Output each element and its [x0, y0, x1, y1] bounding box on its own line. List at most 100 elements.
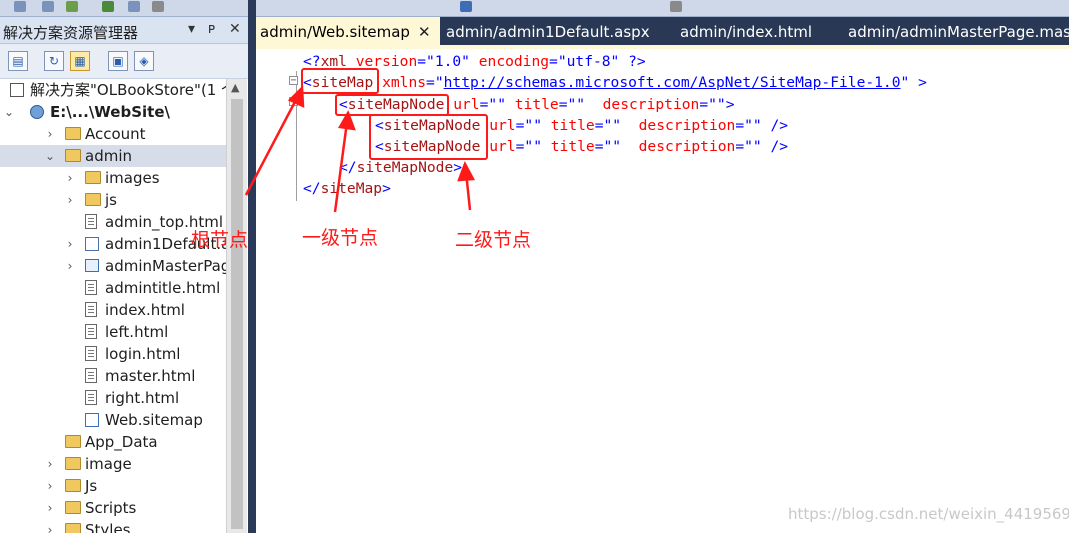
attr-name: title — [505, 96, 559, 113]
toolbar-icon[interactable] — [42, 1, 54, 12]
expand-closed-icon[interactable]: › — [63, 233, 77, 255]
attr-value: "" — [744, 138, 762, 155]
tree-item[interactable]: Web.sitemap — [0, 409, 226, 431]
tree-item-label: 解决方案"OLBookStore"(1 个 — [30, 81, 226, 99]
tree-item[interactable]: right.html — [0, 387, 226, 409]
root-node-label: 根节点 — [191, 229, 249, 251]
folder-icon — [65, 523, 81, 533]
show-all-files-icon[interactable]: ▦ — [70, 51, 90, 71]
refresh-icon[interactable]: ↻ — [44, 51, 64, 71]
expand-closed-icon[interactable]: › — [63, 167, 77, 189]
folder-icon — [65, 501, 81, 514]
tree-item-label: right.html — [105, 389, 180, 407]
scroll-thumb[interactable] — [231, 99, 243, 529]
tree-item-label: Web.sitemap — [105, 411, 203, 429]
tab-web-sitemap[interactable]: admin/Web.sitemap ✕ — [256, 17, 440, 45]
tree-item[interactable]: › Js — [0, 475, 226, 497]
punct: </ — [339, 159, 357, 176]
collapse-icon[interactable]: − — [289, 97, 298, 107]
tab-label: admin/admin1Default.aspx — [446, 23, 650, 41]
tag-name: siteMapNode — [356, 159, 454, 176]
tree-item[interactable]: ⌄ E:\...\WebSite\ — [0, 101, 226, 123]
tab-admin1default[interactable]: admin/admin1Default.aspx — [442, 17, 662, 45]
tree-item-label: master.html — [105, 367, 196, 385]
tree-item[interactable]: › images — [0, 167, 226, 189]
view-designer-icon[interactable]: ▣ — [108, 51, 128, 71]
attr-value: "utf-8" — [557, 53, 620, 70]
toolbar-icon[interactable] — [14, 1, 26, 12]
punct: = — [558, 96, 568, 113]
tree-item-label: index.html — [105, 301, 185, 319]
toolbar-icon[interactable] — [460, 1, 472, 12]
tree-item[interactable]: admintitle.html — [0, 277, 226, 299]
tree-item[interactable]: › Scripts — [0, 497, 226, 519]
toolbar-icon[interactable] — [66, 1, 78, 12]
attr-value: "" — [708, 96, 726, 113]
folder-icon — [65, 479, 81, 492]
expand-open-icon[interactable]: ⌄ — [43, 145, 57, 167]
file-icon — [85, 280, 97, 295]
document-tabs: admin/Web.sitemap ✕ admin/admin1Default.… — [256, 17, 1069, 45]
close-icon[interactable]: ✕ — [229, 21, 241, 37]
expand-closed-icon[interactable]: › — [63, 189, 77, 211]
tree-item[interactable]: › Account — [0, 123, 226, 145]
level2-node-label: 二级节点 — [455, 229, 532, 251]
tree-item[interactable]: › js — [0, 189, 226, 211]
punct: > — [725, 96, 735, 113]
level1-node-label: 一级节点 — [302, 227, 379, 249]
tree-item-label: Scripts — [85, 499, 137, 517]
tree-item[interactable]: 解决方案"OLBookStore"(1 个 — [0, 79, 226, 101]
expand-closed-icon[interactable]: › — [43, 453, 57, 475]
attr-name: description — [621, 138, 736, 155]
namespace-link[interactable]: http://schemas.microsoft.com/AspNet/Site… — [444, 74, 901, 91]
folder-icon — [85, 171, 101, 184]
attr-name: url — [444, 96, 480, 113]
tree-item[interactable]: › Styles — [0, 519, 226, 533]
tree-item-label: E:\...\WebSite\ — [50, 103, 170, 121]
expand-closed-icon[interactable]: › — [63, 255, 77, 277]
tree-item-label: image — [85, 455, 132, 473]
attr-value: "" — [744, 117, 762, 134]
punct: /> — [761, 117, 789, 134]
close-icon[interactable]: ✕ — [418, 17, 431, 47]
properties-icon[interactable]: ▤ — [8, 51, 28, 71]
expand-closed-icon[interactable]: › — [43, 475, 57, 497]
tree-item[interactable]: › adminMasterPage.master — [0, 255, 226, 277]
tree-item[interactable]: login.html — [0, 343, 226, 365]
expand-closed-icon[interactable]: › — [43, 123, 57, 145]
toolbar-icon[interactable] — [670, 1, 682, 12]
code-line-7: </siteMap> — [303, 178, 391, 199]
punct: = — [594, 117, 604, 134]
tab-adminmasterpage[interactable]: admin/adminMasterPage.master — [844, 17, 1069, 45]
pin-icon[interactable]: ᴘ — [208, 21, 215, 37]
tree-item[interactable]: › image — [0, 453, 226, 475]
tree-item[interactable]: App_Data — [0, 431, 226, 453]
solution-tree: 解决方案"OLBookStore"(1 个 ⌄ E:\...\WebSite\ › Ac… — [0, 79, 226, 533]
code-line-2: <siteMap xmlns="http://schemas.microsoft… — [303, 72, 927, 93]
tree-item[interactable]: ⌄ admin — [0, 145, 226, 167]
expand-closed-icon[interactable]: › — [43, 497, 57, 519]
attr-name: encoding — [469, 53, 550, 70]
punct: > — [909, 74, 927, 91]
tree-item[interactable]: master.html — [0, 365, 226, 387]
expand-open-icon[interactable]: ⌄ — [2, 101, 16, 123]
toolbar-icon[interactable] — [152, 1, 164, 12]
panel-splitter[interactable] — [248, 0, 256, 533]
folder-icon — [65, 435, 81, 448]
tab-index[interactable]: admin/index.html — [676, 17, 836, 45]
collapse-icon[interactable]: − — [289, 76, 298, 86]
scroll-up-icon[interactable]: ▲ — [231, 81, 239, 94]
run-icon[interactable] — [102, 1, 114, 12]
tree-item[interactable]: left.html — [0, 321, 226, 343]
toolbar-icon[interactable] — [128, 1, 140, 12]
punct: = — [417, 53, 427, 70]
dropdown-icon[interactable]: ▾ — [188, 21, 195, 37]
expand-closed-icon[interactable]: › — [43, 519, 57, 533]
explorer-scrollbar[interactable]: ▲ — [226, 79, 247, 533]
punct: = — [594, 138, 604, 155]
attr-value: "1.0" — [426, 53, 470, 70]
tab-label: admin/Web.sitemap — [260, 23, 410, 41]
copy-website-icon[interactable]: ◈ — [134, 51, 154, 71]
tree-item[interactable]: index.html — [0, 299, 226, 321]
punct: /> — [761, 138, 789, 155]
